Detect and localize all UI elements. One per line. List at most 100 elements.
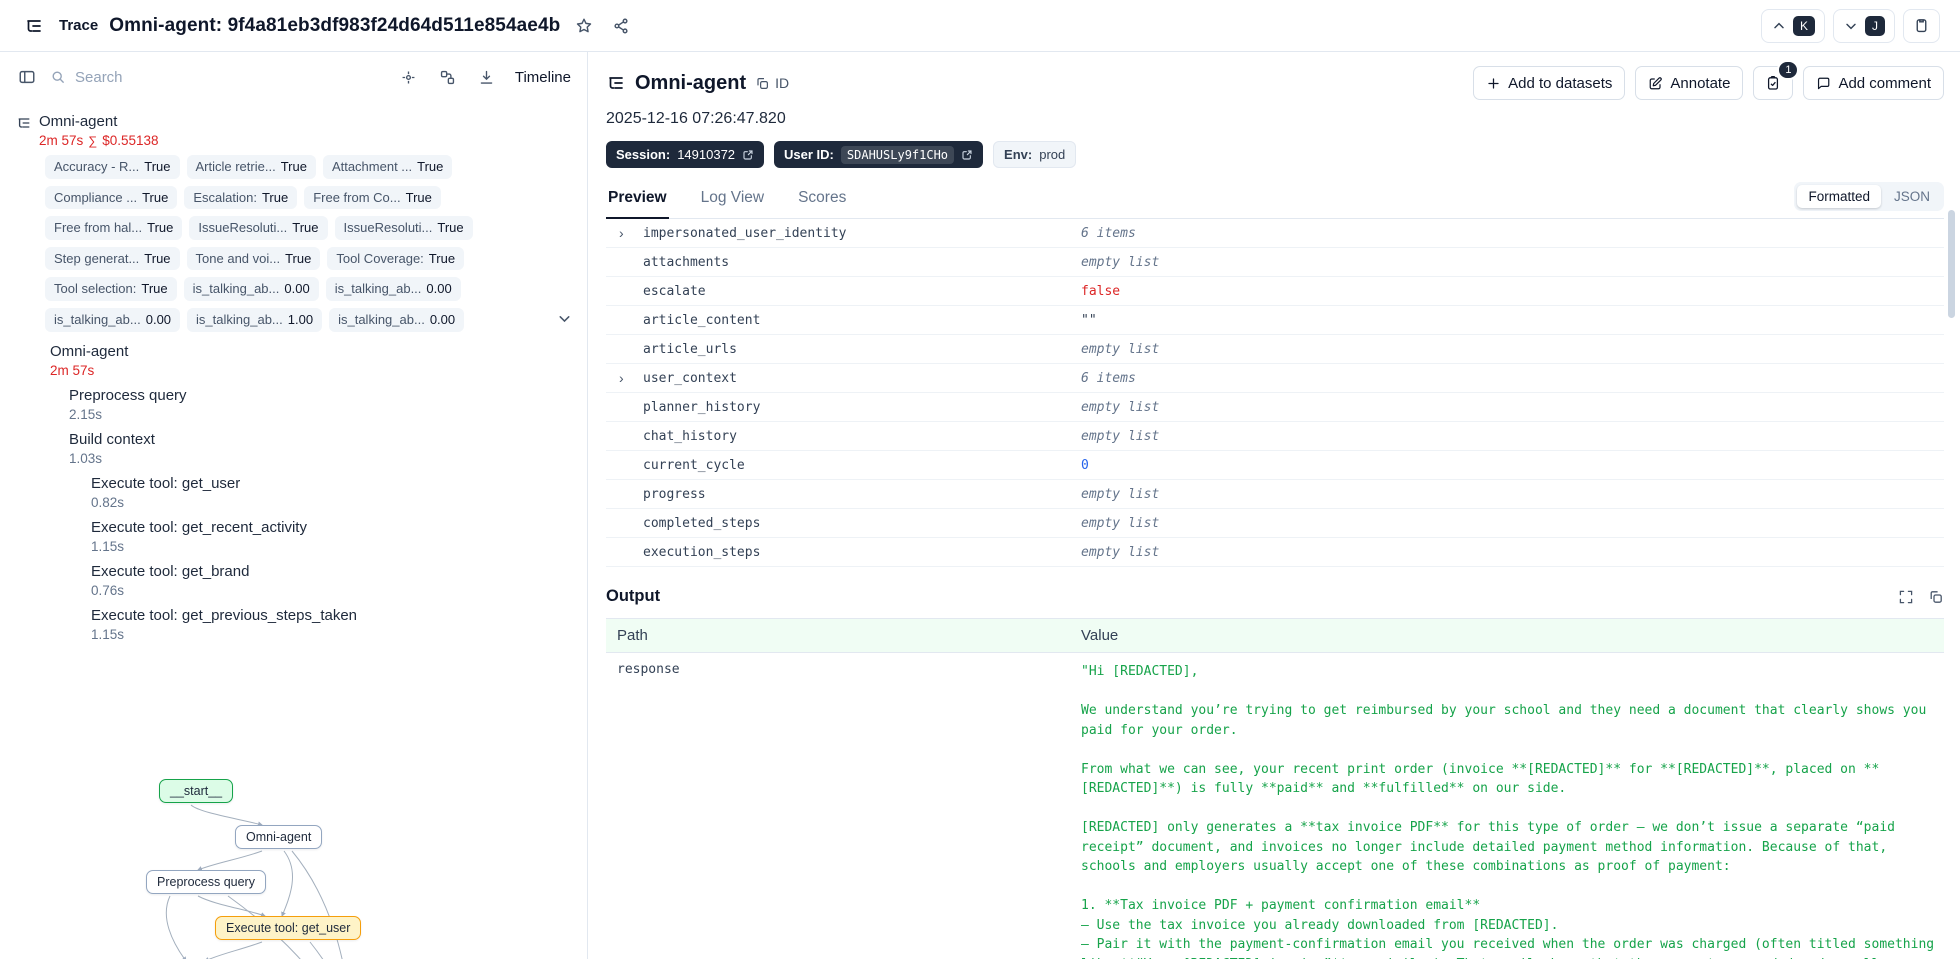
score-badge[interactable]: is_talking_ab... 0.00 [329,307,465,332]
span-duration: 0.76s [91,582,125,598]
clipboard-icon [1916,19,1927,33]
table-row[interactable]: article_content "" [606,306,1944,335]
format-option[interactable]: Formatted [1797,185,1881,208]
expand-chevron-icon[interactable]: › [619,225,643,241]
score-badge[interactable]: is_talking_ab... 0.00 [45,307,181,332]
score-badge[interactable]: Tool selection: True [45,277,177,301]
table-row[interactable]: escalate false [606,277,1944,306]
workflow-icon[interactable] [435,65,460,90]
row-key: article_content [643,312,761,328]
trace-icon [20,12,48,40]
score-badge[interactable]: Step generat... True [45,246,180,271]
table-row[interactable]: completed_steps empty list [606,509,1944,538]
tab[interactable]: Preview [606,182,669,219]
scrollbar-thumb[interactable] [1948,210,1955,318]
collapse-chevron-icon[interactable] [556,310,573,327]
annotate-button[interactable]: Annotate [1635,66,1744,100]
clipboard-button[interactable] [1903,8,1940,43]
graph-node[interactable]: Preprocess query [146,870,266,894]
span-duration: 2.15s [69,406,103,422]
row-value: empty list [1081,544,1160,560]
shortcut-key-next: J [1865,15,1885,36]
tab[interactable]: Scores [796,182,848,219]
expand-icon[interactable] [1898,589,1914,605]
output-row[interactable]: response "Hi [REDACTED], We understand y… [606,653,1944,959]
focus-icon[interactable] [396,65,421,90]
score-label: Tool Coverage: [336,250,424,266]
table-row[interactable]: › user_context 6 items [606,364,1944,393]
score-badge[interactable]: Compliance ... True [45,185,178,210]
list-tree-icon [15,114,32,131]
trace-span-row[interactable]: Execute tool: get_previous_steps_taken 1… [12,604,575,645]
trace-span-row[interactable]: Execute tool: get_recent_activity 1.15s [12,516,575,557]
row-value: empty list [1081,399,1160,415]
score-label: is_talking_ab... [334,281,422,297]
table-row[interactable]: chat_history empty list [606,422,1944,451]
table-row[interactable]: article_urls empty list [606,335,1944,364]
score-badge[interactable]: is_talking_ab... 0.00 [183,277,319,301]
score-value: True [147,220,174,236]
score-badge[interactable]: Tool Coverage: True [327,246,465,271]
session-pill[interactable]: Session: 14910372 [606,141,765,168]
score-value: True [437,220,464,236]
score-badge[interactable]: IssueResoluti... True [334,216,473,240]
session-value: 14910372 [677,147,736,162]
trace-span-row[interactable]: Omni-agent 2m 57s [12,340,575,381]
score-value: True [144,159,171,174]
format-option[interactable]: JSON [1883,185,1941,208]
trace-span-row[interactable]: Preprocess query 2.15s [12,384,575,425]
next-trace-button[interactable]: J [1833,8,1895,43]
add-comment-button[interactable]: Add comment [1803,66,1944,100]
graph-node[interactable]: Execute tool: get_user [215,916,362,940]
graph-node[interactable]: Omni-agent [235,825,323,849]
score-label: IssueResoluti... [343,220,433,236]
env-value: prod [1039,147,1066,162]
table-row[interactable]: planner_history empty list [606,393,1944,422]
score-badge[interactable]: is_talking_ab... 1.00 [187,307,323,332]
copy-id-button[interactable]: ID [755,75,789,91]
annotation-queue-button[interactable]: 1 [1753,60,1800,100]
output-table-header: Path Value [606,619,1944,653]
copy-icon[interactable] [1928,589,1944,605]
trace-span-row[interactable]: Execute tool: get_brand 0.76s [12,560,575,601]
score-value: True [405,189,432,205]
trace-root-row[interactable]: Omni-agent 2m 57s ∑ $0.55138 [12,110,575,151]
score-value: True [141,281,168,297]
prev-trace-button[interactable]: K [1760,8,1825,43]
score-badge[interactable]: Accuracy - R... True [45,155,180,179]
table-row[interactable]: › impersonated_user_identity 6 items [606,219,1944,248]
graph-node-label: Preprocess query [157,875,255,889]
trace-span-row[interactable]: Build context 1.03s [12,428,575,469]
expand-chevron-icon[interactable]: › [619,370,643,386]
table-row[interactable]: progress empty list [606,480,1944,509]
add-to-datasets-button[interactable]: Add to datasets [1473,66,1626,100]
user-pill[interactable]: User ID: SDAHUSLy9f1CHo [774,141,984,168]
graph-node[interactable]: __start__ [159,779,234,803]
table-row[interactable]: attachments empty list [606,248,1944,277]
trace-duration: 2m 57s [39,133,84,148]
score-badge[interactable]: is_talking_ab... 0.00 [325,277,461,301]
trace-span-row[interactable]: Execute tool: get_user 0.82s [12,472,575,513]
score-value: True [261,189,289,205]
score-badge[interactable]: Tone and voi... True [186,246,321,271]
tab[interactable]: Log View [699,182,766,219]
score-badge[interactable]: Escalation: True [184,185,298,210]
star-icon[interactable] [571,13,597,39]
table-row[interactable]: execution_steps empty list [606,538,1944,567]
score-badge[interactable]: IssueResoluti... True [189,216,328,240]
download-icon[interactable] [474,65,499,90]
score-label: IssueResoluti... [198,220,288,236]
panel-toggle-icon[interactable] [14,64,40,90]
table-row[interactable]: current_cycle 0 [606,451,1944,480]
score-badge[interactable]: Free from Co... True [304,185,441,210]
share-icon[interactable] [608,13,634,39]
score-badge[interactable]: Attachment ... True [322,155,453,179]
score-badge[interactable]: Article retrie... True [186,155,316,179]
timeline-toggle[interactable]: Timeline [513,67,573,88]
graph-node-label: Execute tool: get_user [226,921,351,935]
output-table: Path Value response "Hi [REDACTED], We u… [606,618,1944,959]
span-name: Omni-agent [50,342,129,360]
score-badge[interactable]: Free from hal... True [45,216,183,240]
search-input[interactable] [75,68,305,86]
span-name: Preprocess query [69,386,187,404]
